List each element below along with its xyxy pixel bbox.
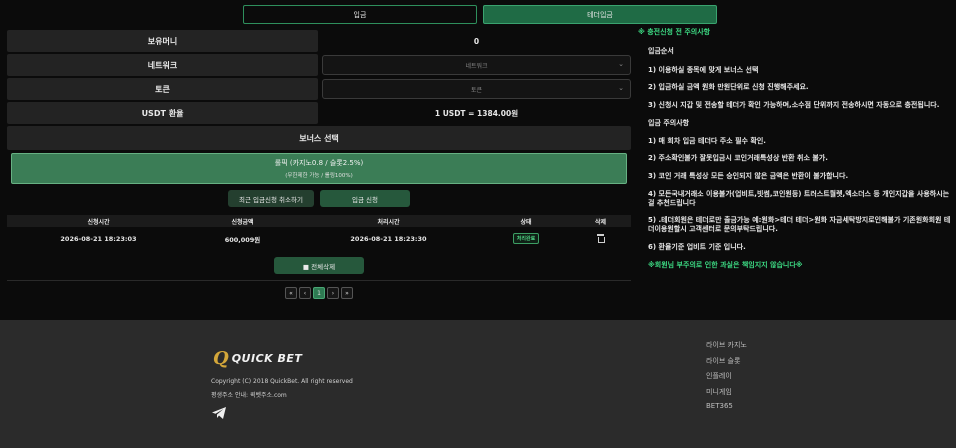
notice-caution-item: 2) 주소확인불가 잘못입금시 코인거래특성상 반환 취소 불가.	[648, 154, 828, 163]
footer-link-inplay[interactable]: 인플레이	[706, 371, 747, 387]
notice-order-title: 입금순서	[648, 46, 674, 55]
token-label: 토큰	[7, 78, 318, 100]
footer-link-minigame[interactable]: 미니게임	[706, 387, 747, 403]
rate-row: USDT 환율 1 USDT = 1384.00원	[7, 102, 631, 124]
notice-title: ※ 충전신청 전 주의사항	[638, 28, 711, 36]
deposit-page: 입금 테더입금 보유머니 0 네트워크 네트워크 ⌄ 토큰 토큰 ⌄ USDT …	[0, 0, 956, 448]
tab-tether-deposit[interactable]: 테더입금	[483, 5, 717, 24]
network-select[interactable]: 네트워크 ⌄	[322, 55, 631, 75]
notice-order-item: 2) 입금하실 금액 원화 만원단위로 신청 진행해주세요.	[648, 83, 809, 92]
bonus-option-sub: (무한제한 가능 / 롤링100%)	[285, 173, 353, 179]
status-badge: 처리완료	[512, 233, 540, 244]
cancel-recent-deposit-button[interactable]: 최근 입금신청 취소하기	[228, 190, 314, 207]
page-first-button[interactable]: «	[285, 287, 297, 299]
header-processed-time: 처리시간	[377, 218, 400, 226]
table-row: 2026-08-21 18:23:03 600,009원 2026-08-21 …	[7, 227, 631, 250]
delete-all-wrap: ■ 전체삭제	[7, 257, 631, 274]
bonus-title: 보너스 선택	[7, 126, 631, 150]
domain-info: 평생주소 안내: 퀵벳주소.com	[211, 392, 287, 399]
site-footer: Q QUICK BET Copyright (C) 2018 QuickBet.…	[0, 320, 956, 448]
notice-order-item: 3) 신청시 지갑 및 전송할 테더가 확인 가능하며,소수점 단위까지 전송하…	[648, 101, 940, 109]
bonus-option-main: 롤픽 (카지노0.8 / 슬롯2.5%)	[274, 159, 364, 167]
chevron-down-icon: ⌄	[618, 84, 624, 92]
header-status: 상태	[520, 218, 532, 226]
cell-status: 처리완료	[482, 233, 570, 244]
cell-requested-time: 2026-08-21 18:23:03	[60, 234, 137, 243]
header-requested-time: 신청시간	[87, 218, 110, 226]
footer-link-live-casino[interactable]: 라이브 카지노	[706, 340, 747, 356]
network-select-value: 네트워크	[465, 62, 488, 70]
cell-processed-time: 2026-08-21 18:23:30	[350, 234, 427, 243]
notice-warning: ※회원님 부주의로 인한 과실은 책임지지 않습니다※	[648, 260, 803, 269]
token-select-value: 토큰	[470, 86, 483, 94]
logo-mark: Q	[213, 348, 229, 369]
cell-delete	[570, 233, 631, 244]
network-label: 네트워크	[7, 54, 318, 76]
footer-menu: 라이브 카지노 라이브 슬롯 인플레이 미니게임 BET365	[706, 340, 747, 418]
deposit-tabs: 입금 테더입금	[243, 5, 717, 24]
bonus-option[interactable]: 롤픽 (카지노0.8 / 슬롯2.5%) (무한제한 가능 / 롤링100%)	[11, 153, 627, 184]
deposit-form: 보유머니 0 네트워크 네트워크 ⌄ 토큰 토큰 ⌄ USDT 환율 1 USD…	[7, 30, 631, 299]
notice-caution-title: 입금 주의사항	[648, 118, 690, 127]
balance-row: 보유머니 0	[7, 30, 631, 52]
page-prev-button[interactable]: ‹	[299, 287, 311, 299]
logo-text: QUICK BET	[231, 352, 303, 365]
network-row: 네트워크 네트워크 ⌄	[7, 54, 631, 76]
quickbet-logo[interactable]: Q QUICK BET	[213, 348, 302, 369]
balance-label: 보유머니	[7, 30, 318, 52]
tab-deposit[interactable]: 입금	[243, 5, 477, 24]
form-actions: 최근 입금신청 취소하기 입금 신청	[7, 190, 631, 207]
notice-caution-item: 1) 매 회차 입금 테더다 주소 필수 확인.	[648, 136, 766, 145]
notice-order-item: 1) 이용하실 종목에 맞게 보너스 선택	[648, 65, 759, 74]
divider	[7, 280, 631, 281]
deposit-history-table: 신청시간 신청금액 처리시간 상태 삭제 2026-08-21 18:23:03…	[7, 215, 631, 299]
copyright-text: Copyright (C) 2018 QuickBet. All right r…	[211, 378, 353, 385]
delete-all-button[interactable]: ■ 전체삭제	[274, 257, 364, 274]
deposit-notice: ※ 충전신청 전 주의사항 입금순서 1) 이용하실 종목에 맞게 보너스 선택…	[638, 28, 954, 269]
page-current-button[interactable]: 1	[313, 287, 325, 299]
notice-caution-item: 6) 환율기준 업비트 기준 입니다.	[648, 242, 746, 251]
trash-icon[interactable]	[597, 233, 605, 243]
footer-link-live-slot[interactable]: 라이브 슬롯	[706, 356, 747, 372]
cell-amount: 600,009원	[224, 235, 261, 244]
page-next-button[interactable]: ›	[327, 287, 339, 299]
rate-label: USDT 환율	[7, 102, 318, 124]
notice-caution-item: 3) 코인 거래 특성상 모든 승인되지 않은 금액은 반환이 불가합니다.	[648, 172, 849, 180]
chevron-down-icon: ⌄	[618, 60, 624, 68]
table-header: 신청시간 신청금액 처리시간 상태 삭제	[7, 215, 631, 227]
token-select[interactable]: 토큰 ⌄	[322, 79, 631, 99]
footer-link-bet365[interactable]: BET365	[706, 402, 747, 418]
rate-value: 1 USDT = 1384.00원	[434, 108, 519, 118]
header-delete: 삭제	[594, 218, 607, 226]
notice-caution-item: 5) .테더회원은 테더로만 출금가능 예:원화>테더 테더>원화 자금세탁방지…	[648, 216, 951, 233]
notice-caution-item: 4) 모든국내거래소 이용불가(업비트,빗썸,코인원등) 트러스트월렛,엑소더스…	[648, 189, 950, 207]
header-amount: 신청금액	[231, 218, 254, 226]
telegram-icon[interactable]	[211, 406, 227, 420]
deposit-apply-button[interactable]: 입금 신청	[320, 190, 410, 207]
token-row: 토큰 토큰 ⌄	[7, 78, 631, 100]
page-last-button[interactable]: »	[341, 287, 353, 299]
pagination: « ‹ 1 › »	[7, 287, 631, 299]
balance-value: 0	[473, 36, 480, 46]
